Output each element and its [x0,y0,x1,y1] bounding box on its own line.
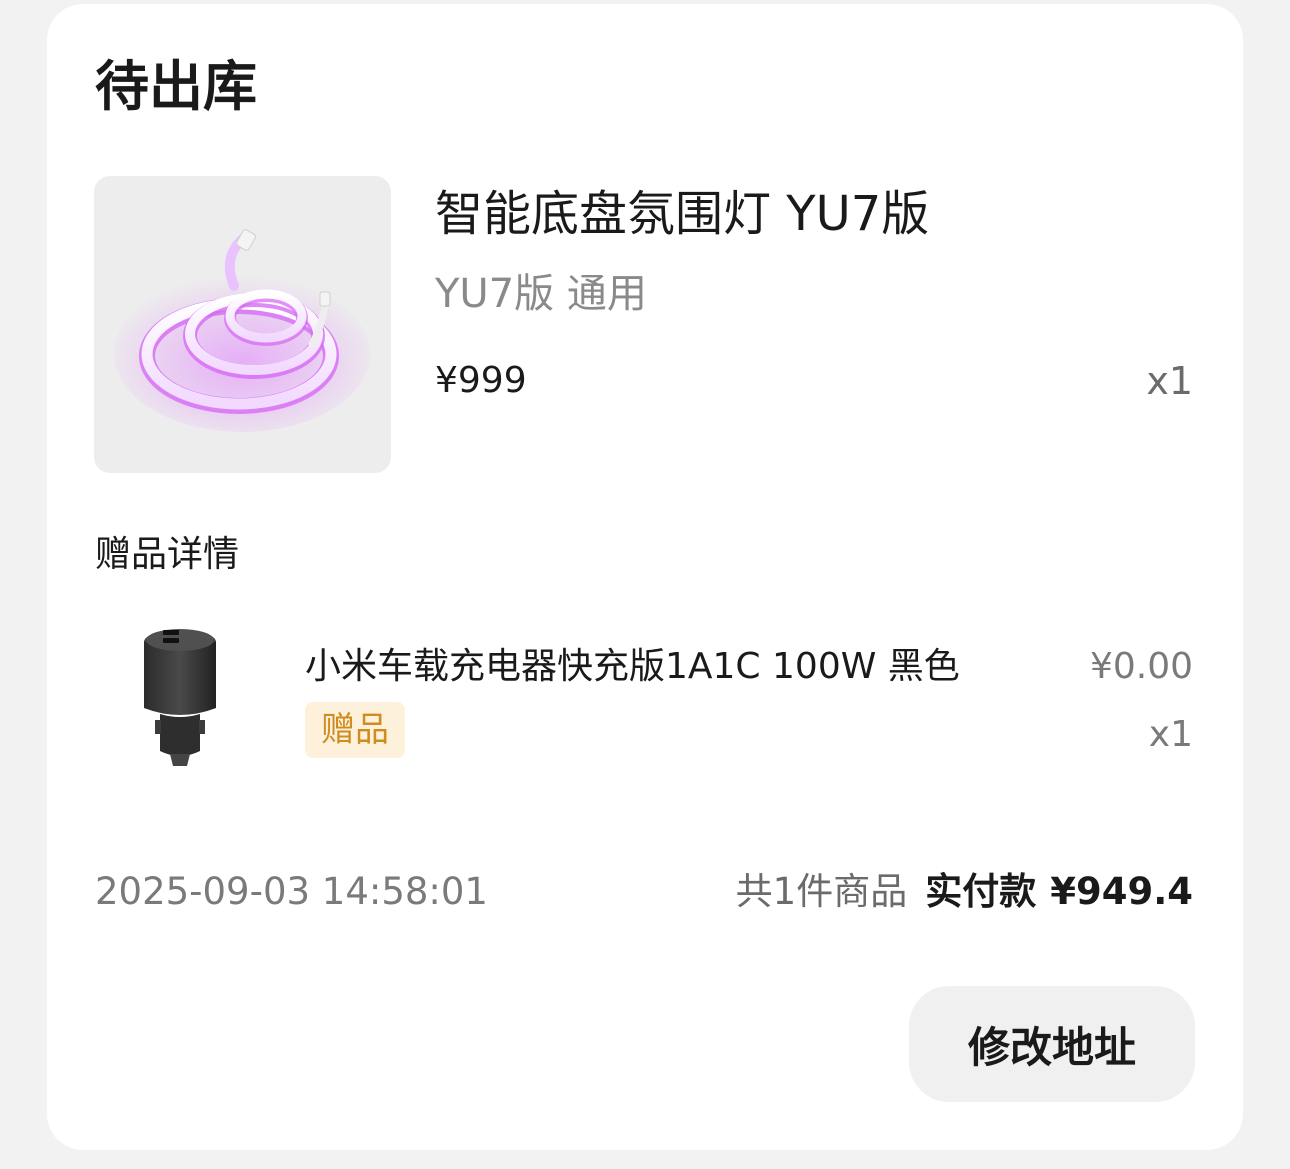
gift-image[interactable] [125,616,235,776]
modify-address-button[interactable]: 修改地址 [909,986,1195,1102]
gift-name[interactable]: 小米车载充电器快充版1A1C 100W 黑色 [305,642,960,692]
paid-label: 实付款 [925,870,1037,913]
car-charger-image [144,629,216,766]
product-image[interactable] [94,176,391,473]
product-name[interactable]: 智能底盘氛围灯 YU7版 [435,182,929,246]
item-count: 共1件商品 [735,870,908,913]
gift-section-heading: 赠品详情 [95,534,240,575]
order-card[interactable]: 待出库 智能底盘氛围灯 YU7版 YU7版 通用 ¥999 x1 赠品详情 小米… [47,4,1243,1150]
gift-badge: 赠品 [305,702,405,758]
order-status-title: 待出库 [95,55,257,118]
order-timestamp: 2025-09-03 14:58:01 [95,870,488,913]
ambient-light-strip-image [114,229,370,432]
gift-price: ¥0.00 [1089,646,1193,687]
product-quantity: x1 [1146,359,1193,403]
product-spec: YU7版 通用 [435,271,647,317]
product-price: ¥999 [435,360,527,401]
order-summary: 共1件商品 实付款 ¥949.4 [736,866,1193,918]
paid-amount: ¥949.4 [1050,870,1193,913]
gift-quantity: x1 [1148,714,1193,755]
